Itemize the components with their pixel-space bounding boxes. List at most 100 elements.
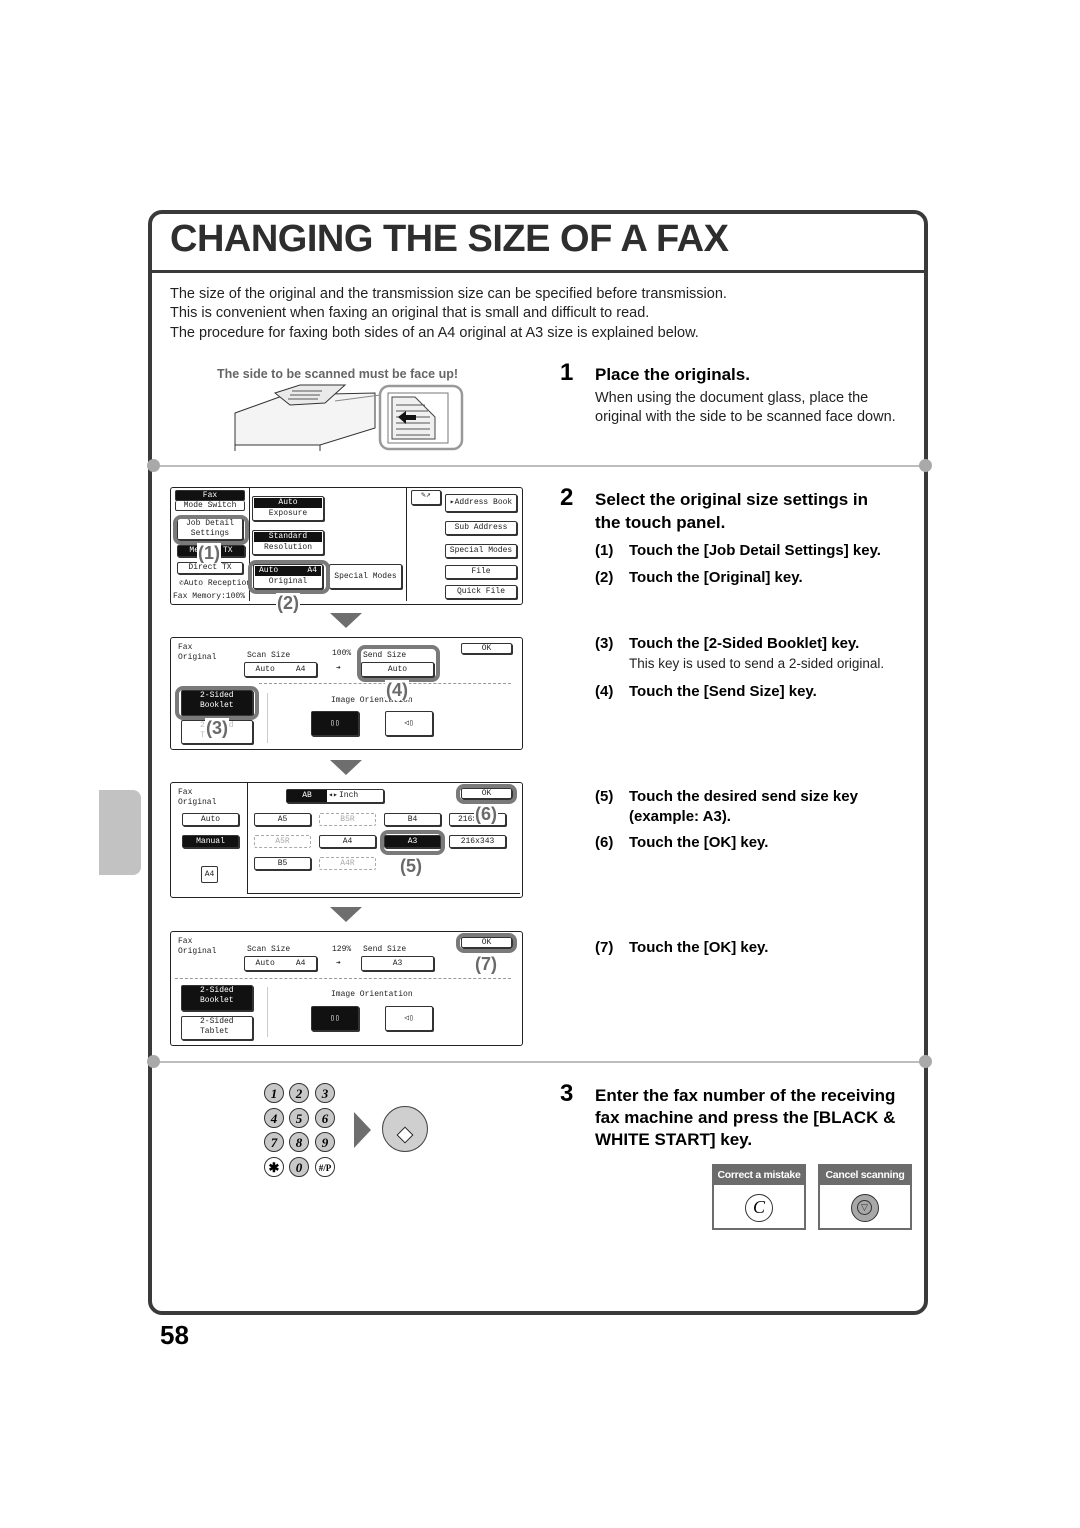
arrow-right-icon: ➔ — [336, 959, 341, 968]
separator-dot — [919, 459, 932, 472]
callout-frame — [456, 933, 517, 953]
key-8[interactable]: 8 — [289, 1132, 309, 1152]
callout-number: (7) — [474, 954, 498, 974]
original-settings-screen: Fax Original Scan Size Auto A4 100% ➔ Send… — [170, 637, 523, 750]
size-b4-button[interactable]: B4 — [384, 813, 441, 826]
orientation-landscape-button[interactable]: ◁▯ — [385, 711, 433, 736]
page-number: 58 — [160, 1320, 189, 1350]
substep: (7) Touch the [OK] key. — [595, 939, 769, 956]
face-up-caption: The side to be scanned must be face up! — [217, 367, 459, 381]
step-heading: Place the originals. — [595, 365, 750, 384]
auto-reception-label: ✆Auto Reception — [179, 579, 252, 588]
substep: (4) Touch the [Send Size] key. — [595, 683, 817, 700]
separator-dot — [147, 1055, 160, 1068]
special-modes-button[interactable]: Special Modes — [329, 564, 402, 589]
substep-note: This key is used to send a 2-sided origi… — [629, 656, 885, 671]
size-a5r-button[interactable]: A5R — [254, 835, 311, 848]
section-separator — [152, 465, 925, 467]
key-asterisk[interactable]: ✱ — [264, 1157, 284, 1177]
clear-key-icon[interactable]: C — [745, 1194, 773, 1222]
intro-line: The size of the original and the transmi… — [170, 286, 727, 302]
step-heading: WHITE START] key. — [595, 1130, 753, 1149]
special-modes-right-button[interactable]: Special Modes — [445, 544, 517, 558]
chapter-tab — [99, 790, 141, 875]
black-white-start-button[interactable] — [382, 1106, 428, 1152]
step-heading: the touch panel. — [595, 513, 726, 532]
arrow-right-icon — [354, 1112, 371, 1148]
callout-number: (6) — [474, 804, 498, 824]
hint-label: Cancel scanning — [820, 1166, 910, 1185]
callout-frame — [357, 645, 440, 682]
callout-frame — [173, 515, 249, 545]
scan-size-button[interactable]: Auto A4 — [244, 662, 317, 677]
unit-toggle[interactable]: AB ◂▸ Inch — [286, 789, 384, 803]
size-a4-button[interactable]: A4 — [319, 835, 376, 848]
stop-key-icon[interactable]: ▽ — [851, 1194, 879, 1222]
section-separator — [152, 1061, 925, 1063]
step-body: original with the side to be scanned fac… — [595, 409, 896, 425]
scan-size-button[interactable]: Auto A4 — [244, 956, 317, 971]
fax-memory-label: Fax Memory:100% — [173, 592, 246, 601]
two-sided-tablet-button[interactable]: 2-SidedTablet — [181, 1016, 253, 1040]
key-hash-pause[interactable]: #/P — [315, 1157, 335, 1177]
original-confirm-screen: Fax Original Scan Size Auto A4 129% ➔ Send… — [170, 931, 523, 1046]
down-arrow-icon — [330, 613, 362, 628]
scan-size-label: Scan Size — [247, 651, 291, 660]
ratio-label: 100% — [332, 649, 352, 658]
step-number: 2 — [560, 484, 574, 511]
ok-button[interactable]: OK — [461, 643, 512, 654]
auto-button[interactable]: Auto — [182, 813, 239, 826]
size-b5r-button[interactable]: B5R — [319, 813, 376, 826]
fax-mode-label: Fax — [175, 490, 245, 501]
callout-frame — [456, 784, 517, 804]
callout-number: (4) — [385, 680, 409, 700]
size-216x343-button[interactable]: 216x343 — [449, 835, 506, 848]
key-7[interactable]: 7 — [264, 1132, 284, 1152]
resolution-button[interactable]: Standard Resolution — [252, 530, 324, 555]
title-divider — [148, 270, 928, 273]
key-9[interactable]: 9 — [315, 1132, 335, 1152]
orientation-landscape-button[interactable]: ◁▯ — [385, 1006, 433, 1031]
substep: (5) Touch the desired send size key — [595, 788, 858, 805]
correct-mistake-hint: Correct a mistake C — [712, 1164, 806, 1230]
key-2[interactable]: 2 — [289, 1083, 309, 1103]
substep: (3) Touch the [2-Sided Booklet] key. — [595, 635, 860, 652]
address-entry-icon[interactable]: ✎↗ — [411, 490, 441, 505]
paper-a4-icon: A4 — [201, 866, 218, 883]
fax-main-screen: Fax Mode Switch Job DetailSettings Memor… — [170, 487, 523, 613]
size-a4r-button[interactable]: A4R — [319, 857, 376, 870]
exposure-button[interactable]: Auto Exposure — [252, 496, 324, 521]
separator-dot — [147, 459, 160, 472]
manual-button[interactable]: Manual — [182, 835, 239, 848]
cancel-scanning-hint: Cancel scanning ▽ — [818, 1164, 912, 1230]
substep: (6) Touch the [OK] key. — [595, 834, 769, 851]
key-1[interactable]: 1 — [264, 1083, 284, 1103]
callout-frame — [380, 830, 445, 855]
send-size-screen: Fax Original AB ◂▸ Inch OK Auto Manual A4 A… — [170, 782, 523, 898]
start-diamond-icon — [396, 1126, 414, 1144]
key-4[interactable]: 4 — [264, 1108, 284, 1128]
step-heading: Select the original size settings in — [595, 490, 869, 509]
key-6[interactable]: 6 — [315, 1108, 335, 1128]
key-3[interactable]: 3 — [315, 1083, 335, 1103]
key-5[interactable]: 5 — [289, 1108, 309, 1128]
intro-line: The procedure for faxing both sides of a… — [170, 325, 699, 341]
file-button[interactable]: File — [445, 565, 517, 579]
quick-file-button[interactable]: Quick File — [445, 585, 517, 599]
send-size-label: Send Size — [363, 945, 407, 954]
mode-switch-button[interactable]: Mode Switch — [175, 501, 245, 511]
size-b5-button[interactable]: B5 — [254, 857, 311, 870]
scan-size-label: Scan Size — [247, 945, 291, 954]
callout-number: (3) — [205, 718, 229, 738]
size-a5-button[interactable]: A5 — [254, 813, 311, 826]
image-orientation-label: Image Orientation — [331, 990, 413, 999]
address-book-button[interactable]: ▸Address Book — [445, 494, 517, 512]
orientation-portrait-button[interactable]: ▯▯ — [311, 1006, 359, 1031]
direct-tx-button[interactable]: Direct TX — [177, 562, 243, 574]
orientation-portrait-button[interactable]: ▯▯ — [311, 711, 359, 736]
key-0[interactable]: 0 — [289, 1157, 309, 1177]
two-sided-booklet-button[interactable]: 2-Sided Booklet — [181, 985, 253, 1011]
sub-address-button[interactable]: Sub Address — [445, 521, 517, 535]
send-size-button[interactable]: A3 — [361, 956, 434, 971]
page-title: CHANGING THE SIZE OF A FAX — [170, 218, 729, 260]
